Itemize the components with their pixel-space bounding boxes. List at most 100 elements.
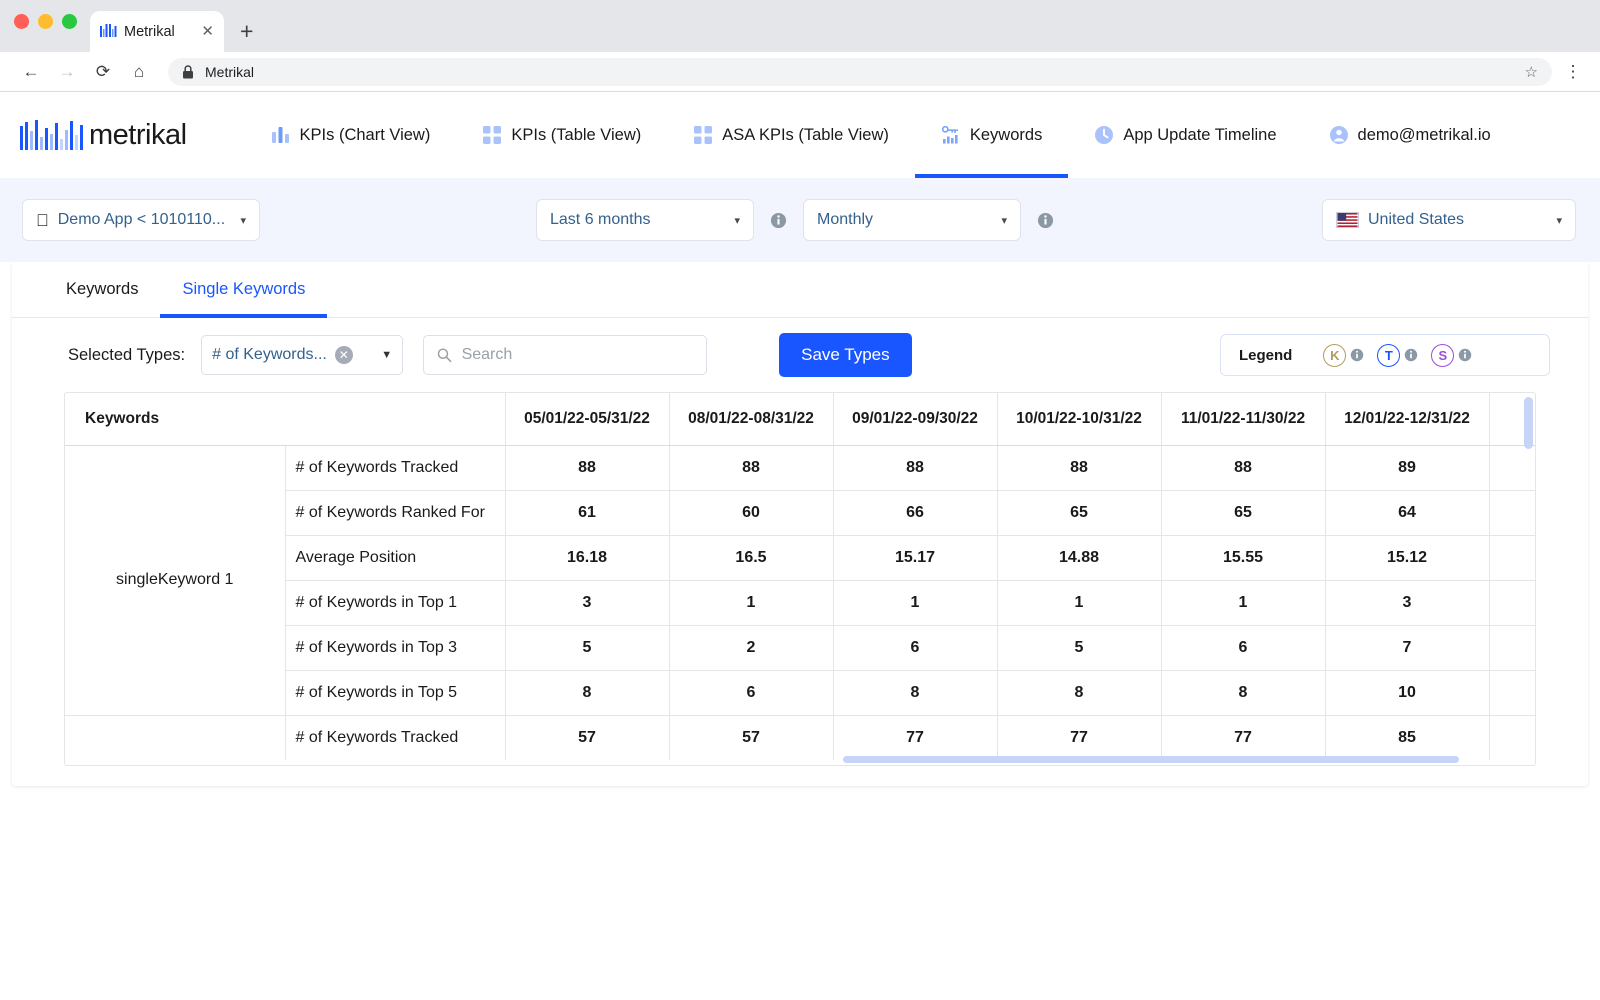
metric-label: # of Keywords Ranked For <box>285 490 506 536</box>
metric-value: 10 <box>1325 670 1490 716</box>
nav-item-kpis-chart-view[interactable]: KPIs (Chart View) <box>245 92 457 178</box>
metric-value: 15.12 <box>1325 535 1490 581</box>
clear-types-icon[interactable]: ✕ <box>334 346 353 364</box>
metric-value: 88 <box>1161 445 1326 491</box>
nav-item-account[interactable]: demo@metrikal.io <box>1303 92 1517 178</box>
browser-tab-title: Metrikal <box>124 23 175 40</box>
address-bar[interactable]: Metrikal ☆ <box>168 57 1552 86</box>
column-header-period[interactable]: 12/01/22-12/31/22 <box>1325 393 1490 446</box>
us-flag-icon <box>1336 212 1359 228</box>
tab-label: Single Keywords <box>182 280 306 298</box>
table-header: Keywords 05/01/22-05/31/22 08/01/22-08/3… <box>65 393 1535 446</box>
close-window-button[interactable] <box>14 14 29 29</box>
main-nav: KPIs (Chart View) KPIs (Table View) ASA … <box>245 92 1517 178</box>
table-horizontal-scrollbar[interactable] <box>843 756 1459 763</box>
logo-bars-icon <box>20 120 83 150</box>
maximize-window-button[interactable] <box>62 14 77 29</box>
table-row[interactable]: # of Keywords Ranked For 61 60 66 65 65 … <box>65 490 1535 536</box>
info-icon[interactable] <box>1037 212 1054 229</box>
grid-icon <box>694 126 713 144</box>
table-header-row: Keywords 05/01/22-05/31/22 08/01/22-08/3… <box>65 393 1535 446</box>
nav-item-asa-kpis-table-view[interactable]: ASA KPIs (Table View) <box>667 92 915 178</box>
column-header-keywords[interactable]: Keywords <box>65 393 506 446</box>
metric-value: 88 <box>833 445 998 491</box>
country-select[interactable]: United States ▾ <box>1322 199 1576 241</box>
browser-menu-icon[interactable]: ⋮ <box>1562 62 1584 82</box>
column-header-period[interactable]: 05/01/22-05/31/22 <box>505 393 670 446</box>
row-spacer <box>1489 580 1535 626</box>
table-row[interactable]: singleKeyword 1 # of Keywords Tracked 88… <box>65 445 1535 716</box>
nav-item-kpis-table-view[interactable]: KPIs (Table View) <box>456 92 667 178</box>
info-icon[interactable] <box>1350 348 1364 362</box>
app-logo[interactable]: metrikal <box>20 119 187 152</box>
metric-value: 66 <box>833 490 998 536</box>
reload-icon[interactable]: ⟳ <box>88 57 118 87</box>
row-spacer <box>1489 715 1535 760</box>
metric-value: 15.55 <box>1161 535 1326 581</box>
keywords-table-container[interactable]: Keywords 05/01/22-05/31/22 08/01/22-08/3… <box>64 392 1536 766</box>
forward-icon[interactable]: → <box>52 57 82 87</box>
back-icon[interactable]: ← <box>16 57 46 87</box>
metric-value: 77 <box>1161 715 1326 760</box>
granularity-value: Monthly <box>817 211 874 228</box>
save-types-button[interactable]: Save Types <box>779 333 912 377</box>
search-field[interactable] <box>423 335 708 375</box>
metric-value: 1 <box>997 580 1162 626</box>
table-vertical-scrollbar[interactable] <box>1524 397 1533 449</box>
selected-types-value: # of Keywords... <box>212 346 327 363</box>
table-row[interactable]: Average Position 16.18 16.5 15.17 14.88 … <box>65 535 1535 581</box>
browser-tab[interactable]: Metrikal ✕ <box>90 11 224 52</box>
metric-value: 3 <box>505 580 670 626</box>
nav-label: ASA KPIs (Table View) <box>722 125 889 144</box>
chevron-down-icon[interactable]: ▼ <box>381 349 392 361</box>
metric-value: 2 <box>669 625 834 671</box>
nav-label: Keywords <box>969 125 1043 144</box>
browser-titlebar: Metrikal ✕ + <box>0 0 1600 52</box>
metric-value: 64 <box>1325 490 1490 536</box>
chevron-down-icon: ▾ <box>240 214 246 227</box>
table-row[interactable]: # of Keywords Tracked 57 57 77 77 77 85 <box>65 715 1535 760</box>
table-row[interactable]: # of Keywords in Top 3 5 2 6 5 6 7 <box>65 625 1535 671</box>
column-header-period[interactable]: 11/01/22-11/30/22 <box>1161 393 1326 446</box>
column-header-period[interactable]: 10/01/22-10/31/22 <box>997 393 1162 446</box>
metric-value: 6 <box>833 625 998 671</box>
nav-item-keywords[interactable]: Keywords <box>914 92 1069 178</box>
table-row[interactable]: # of Keywords in Top 5 8 6 8 8 8 10 <box>65 670 1535 716</box>
legend-item-s: S <box>1431 343 1472 367</box>
metric-value: 1 <box>669 580 834 626</box>
home-icon[interactable]: ⌂ <box>124 57 154 87</box>
window-controls[interactable] <box>14 14 77 29</box>
info-icon[interactable] <box>1458 348 1472 362</box>
column-header-period[interactable]: 09/01/22-09/30/22 <box>833 393 998 446</box>
minimize-window-button[interactable] <box>38 14 53 29</box>
new-tab-button[interactable]: + <box>240 20 253 43</box>
app-logo-text: metrikal <box>89 118 187 151</box>
selected-types-label: Selected Types: <box>68 345 186 364</box>
selected-types-select[interactable]: # of Keywords... ✕ ▼ <box>201 335 404 375</box>
legend-item-k: K <box>1323 343 1364 367</box>
column-header-period[interactable]: 08/01/22-08/31/22 <box>669 393 834 446</box>
date-range-select[interactable]: Last 6 months ▾ <box>536 199 754 241</box>
bookmark-icon[interactable]: ☆ <box>1525 63 1538 81</box>
app-selector[interactable]:  Demo App < 1010110... ▾ <box>22 199 260 241</box>
keyword-group-label <box>65 715 286 760</box>
legend-chip-t: T <box>1377 343 1401 367</box>
nav-item-app-update-timeline[interactable]: App Update Timeline <box>1068 92 1302 178</box>
row-spacer <box>1489 445 1535 491</box>
granularity-select[interactable]: Monthly ▾ <box>803 199 1021 241</box>
chevron-down-icon: ▾ <box>734 214 740 227</box>
metric-value: 16.5 <box>669 535 834 581</box>
metric-label: # of Keywords in Top 5 <box>285 670 506 716</box>
search-input[interactable] <box>461 346 694 364</box>
tab-close-icon[interactable]: ✕ <box>201 24 214 39</box>
filter-bar:  Demo App < 1010110... ▾ Last 6 months … <box>0 178 1600 262</box>
info-icon[interactable] <box>1404 348 1418 362</box>
metric-value: 15.17 <box>833 535 998 581</box>
info-icon[interactable] <box>770 212 787 229</box>
table-row[interactable]: # of Keywords in Top 1 3 1 1 1 1 3 <box>65 580 1535 626</box>
tab-single-keywords[interactable]: Single Keywords <box>160 262 328 318</box>
tab-keywords[interactable]: Keywords <box>44 262 160 317</box>
legend-chip-s: S <box>1431 343 1455 367</box>
metric-value: 61 <box>505 490 670 536</box>
address-bar-text: Metrikal <box>205 63 255 80</box>
